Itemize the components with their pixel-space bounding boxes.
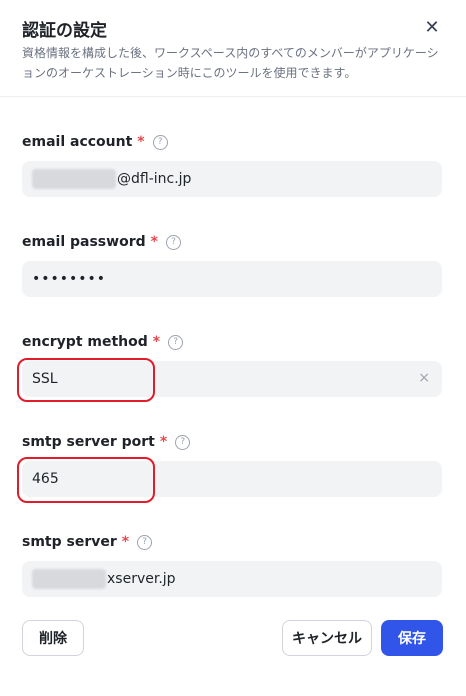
help-icon[interactable]: ? — [165, 234, 181, 250]
highlight-box — [17, 358, 155, 402]
required-marker: * — [150, 234, 158, 250]
email-password-input[interactable]: •••••••• — [22, 261, 442, 297]
email-password-value: •••••••• — [32, 271, 107, 287]
smtp-server-label-text: smtp server — [22, 534, 117, 550]
smtp-server-input[interactable]: xserver.jp — [22, 561, 442, 597]
encrypt-method-label-text: encrypt method — [22, 334, 148, 350]
smtp-server-port-label-text: smtp server port — [22, 434, 155, 450]
redacted-text — [32, 569, 106, 589]
help-icon[interactable]: ? — [137, 534, 153, 550]
email-password-label: email password * ? — [22, 234, 181, 250]
dialog-title: 認証の設定 — [22, 21, 107, 41]
required-marker: * — [137, 134, 145, 150]
smtp-server-value: xserver.jp — [107, 571, 176, 587]
email-account-value: @dfl-inc.jp — [117, 171, 192, 187]
highlight-box — [17, 457, 155, 503]
email-account-input[interactable]: @dfl-inc.jp — [22, 161, 442, 197]
close-icon[interactable]: ✕ — [422, 18, 442, 38]
help-icon[interactable]: ? — [152, 134, 168, 150]
save-button[interactable]: 保存 — [381, 620, 443, 656]
clear-icon[interactable]: × — [418, 370, 430, 386]
help-icon[interactable]: ? — [168, 334, 184, 350]
email-password-label-text: email password — [22, 234, 146, 250]
required-marker: * — [121, 534, 130, 550]
cancel-button[interactable]: キャンセル — [282, 620, 372, 656]
required-marker: * — [152, 334, 161, 350]
help-icon[interactable]: ? — [175, 434, 191, 450]
encrypt-method-label: encrypt method * ? — [22, 334, 184, 350]
required-marker: * — [159, 434, 168, 450]
delete-button[interactable]: 削除 — [22, 620, 84, 656]
email-account-label-text: email account — [22, 134, 133, 150]
smtp-server-port-label: smtp server port * ? — [22, 434, 191, 450]
redacted-text — [32, 169, 116, 189]
dialog-description: 資格情報を構成した後、ワークスペース内のすべてのメンバーがアプリケーションのオー… — [22, 46, 439, 80]
smtp-server-label: smtp server * ? — [22, 534, 153, 550]
email-account-label: email account * ? — [22, 134, 168, 150]
dialog-header: 認証の設定 ✕ 資格情報を構成した後、ワークスペース内のすべてのメンバーがアプリ… — [0, 0, 466, 97]
